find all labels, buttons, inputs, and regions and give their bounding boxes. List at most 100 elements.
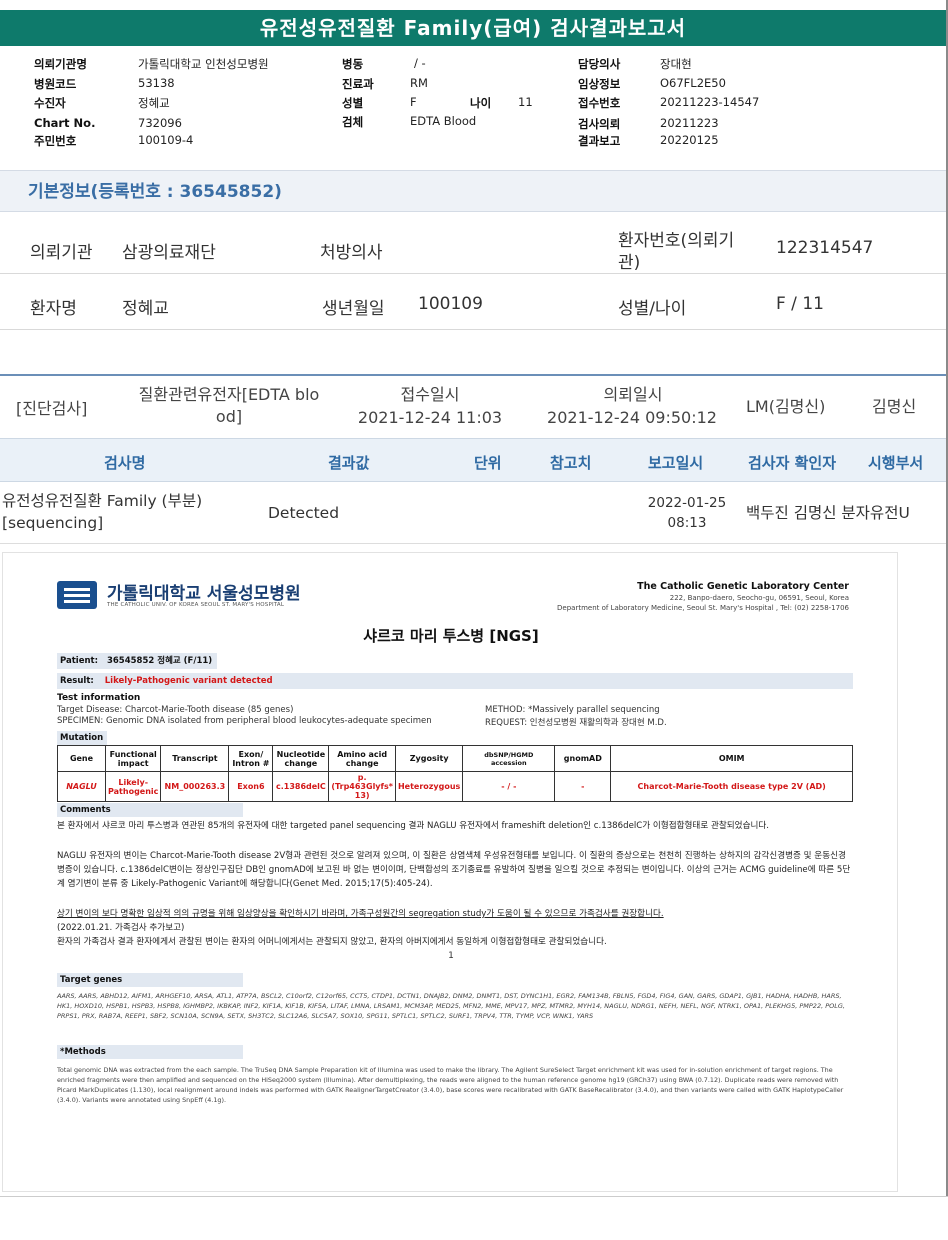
method: METHOD: *Massively parallel sequencing <box>485 705 660 715</box>
methods-label: *Methods <box>57 1045 243 1059</box>
label-ward: 병동 <box>342 57 364 71</box>
mut-impact: Likely-Pathogenic <box>104 771 162 802</box>
mut-col-amino: Amino acid change <box>328 745 396 772</box>
value-specimen: EDTA Blood <box>410 114 477 128</box>
label-request-date: 검사의뢰 <box>578 117 621 131</box>
col-department: 시행부서 <box>868 454 924 472</box>
order-row[interactable]: [진단검사] 질환관련유전자[EDTA blo od] 접수일시 2021-12… <box>0 374 946 438</box>
comment-2: NAGLU 유전자의 변이는 Charcot-Marie-Tooth disea… <box>57 851 851 889</box>
target-genes: AARS, AARS, ABHD12, AIFM1, ARHGEF10, ARS… <box>57 992 845 1020</box>
patient-bar: Patient: 36545852 정혜교 (F/11) <box>57 653 217 669</box>
page-bottom-divider <box>0 1196 948 1197</box>
row-test-name-1: 유전성유전질환 Family (부분) <box>2 492 203 510</box>
result-table-header: 검사명 결과값 단위 참고치 보고일시 검사자 확인자 시행부서 <box>0 438 946 482</box>
report-title: 유전성유전질환 Family(급여) 검사결과보고서 <box>0 10 946 46</box>
row-staff: 백두진 김명신 분자유전U <box>746 504 910 522</box>
label-chart-no: Chart No. <box>34 116 96 130</box>
label-clinical-info: 임상정보 <box>578 77 621 91</box>
request-header: 의뢰기관명 가톨릭대학교 인천성모병원 병원코드 53138 수진자 정혜교 C… <box>0 52 948 152</box>
value-age: 11 <box>518 95 533 109</box>
mut-gene: NAGLU <box>57 771 106 802</box>
hospital-logo-icon <box>57 581 97 609</box>
col-reference: 참고치 <box>550 454 592 472</box>
label-prescribing-doctor: 처방의사 <box>320 243 383 263</box>
table-row[interactable]: 유전성유전질환 Family (부분) [sequencing] Detecte… <box>0 482 946 544</box>
mut-nucleotide: c.1386delC <box>272 771 330 802</box>
value-requesting-institution: 삼광의료재단 <box>122 243 216 263</box>
value-institution: 가톨릭대학교 인천성모병원 <box>138 57 269 71</box>
mut-omim: Charcot-Marie-Tooth disease type 2V (AD) <box>610 771 853 802</box>
mut-zygosity: Heterozygous <box>394 771 464 802</box>
mutation-table: Gene Functional impact Transcript Exon/ … <box>57 745 853 802</box>
value-resident-no: 100109-4 <box>138 133 194 147</box>
value-patient-id: 122314547 <box>776 238 874 258</box>
value-birth-date: 100109 <box>418 294 483 314</box>
label-sex: 성별 <box>342 96 364 110</box>
target-genes-label: Target genes <box>57 973 243 987</box>
col-report-date: 보고일시 <box>648 454 704 472</box>
mut-col-nucleotide: Nucleotide change <box>272 745 330 772</box>
label-requesting-institution: 의뢰기관 <box>30 243 93 263</box>
col-staff: 검사자 확인자 <box>748 454 837 472</box>
mut-col-impact: Functional impact <box>104 745 162 772</box>
order-category: [진단검사] <box>16 399 88 418</box>
label-sex-age: 성별/나이 <box>618 299 687 319</box>
mut-dbsnp: - / - <box>462 771 556 802</box>
col-test-name: 검사명 <box>104 454 146 472</box>
order-lm: LM(김명신) <box>746 397 826 416</box>
value-requested: 2021-12-24 09:50:12 <box>547 408 717 427</box>
value-ward: / - <box>414 56 426 70</box>
hospital-name: 가톨릭대학교 서울성모병원 <box>107 584 301 604</box>
value-receipt-no: 20211223-14547 <box>660 95 760 109</box>
row-report-time: 08:13 <box>667 515 707 531</box>
col-result: 결과값 <box>328 454 370 472</box>
col-unit: 단위 <box>474 454 502 472</box>
mut-exon: Exon6 <box>228 771 274 802</box>
label-institution: 의뢰기관명 <box>34 57 87 71</box>
comment-4: (2022.01.21. 가족검사 추가보고) <box>57 923 185 933</box>
mutation-label: Mutation <box>57 731 107 745</box>
test-info-label: Test information <box>57 693 141 703</box>
mut-transcript: NM_000263.3 <box>160 771 230 802</box>
mut-col-dbsnp: dbSNP/HGMD accession <box>462 745 556 772</box>
mut-col-exon: Exon/ Intron # <box>228 745 274 772</box>
page-number: 1 <box>448 951 454 961</box>
mut-amino: p.(Trp463Glyfs* 13) <box>328 771 396 802</box>
value-report-date: 20220125 <box>660 133 719 147</box>
comment-1: 본 환자에서 샤르코 마리 투스병과 연관된 85개의 유전자에 대한 targ… <box>57 821 770 831</box>
comment-5: 환자의 가족검사 결과 환자에게서 관찰된 변이는 환자의 어머니에게서는 관찰… <box>57 937 607 947</box>
mut-gnomad: - <box>554 771 612 802</box>
result-label: Result: <box>60 676 94 686</box>
value-clinical-info: O67FL2E50 <box>660 76 726 90</box>
row-report-date: 2022-01-25 <box>647 495 727 511</box>
basic-info-title: 기본정보(등록번호 : 36545852) <box>0 170 946 212</box>
label-resident-no: 주민번호 <box>34 134 77 148</box>
label-patient: 수진자 <box>34 96 66 110</box>
label-doctor: 담당의사 <box>578 57 621 71</box>
document-title: 샤르코 마리 투스병 [NGS] <box>363 627 539 645</box>
value-chart-no: 732096 <box>138 116 182 130</box>
lab-department: Department of Laboratory Medicine, Seoul… <box>557 604 849 612</box>
label-department: 진료과 <box>342 77 374 91</box>
value-received: 2021-12-24 11:03 <box>357 408 503 427</box>
report-document: 가톨릭대학교 서울성모병원 THE CATHOLIC UNIV. OF KORE… <box>2 552 898 1192</box>
label-specimen: 검체 <box>342 115 364 129</box>
hospital-subtitle: THE CATHOLIC UNIV. OF KOREA SEOUL ST. MA… <box>107 602 285 608</box>
mut-col-omim: OMIM <box>610 745 853 772</box>
value-sex-age: F / 11 <box>776 294 824 314</box>
mut-col-transcript: Transcript <box>160 745 230 772</box>
label-age: 나이 <box>470 96 492 110</box>
order-test-name-2: od] <box>215 407 243 426</box>
comment-3: 상기 변이의 보다 명확한 임상적 의의 규명을 위해 임상양상을 확인하시기 … <box>57 909 664 919</box>
mut-col-zygosity: Zygosity <box>394 745 464 772</box>
label-receipt-no: 접수번호 <box>578 96 621 110</box>
label-received: 접수일시 <box>400 385 460 404</box>
value-doctor: 장대현 <box>660 57 692 71</box>
order-test-name-1: 질환관련유전자[EDTA blo <box>138 385 320 404</box>
label-hospital-code: 병원코드 <box>34 77 77 91</box>
label-birth-date: 생년월일 <box>322 299 385 319</box>
basic-info-row-1: 의뢰기관 삼광의료재단 처방의사 환자번호(의뢰기 관) 122314547 <box>0 218 946 274</box>
label-report-date: 결과보고 <box>578 134 621 148</box>
lab-name: The Catholic Genetic Laboratory Center <box>637 581 849 592</box>
specimen: SPECIMEN: Genomic DNA isolated from peri… <box>57 716 432 726</box>
